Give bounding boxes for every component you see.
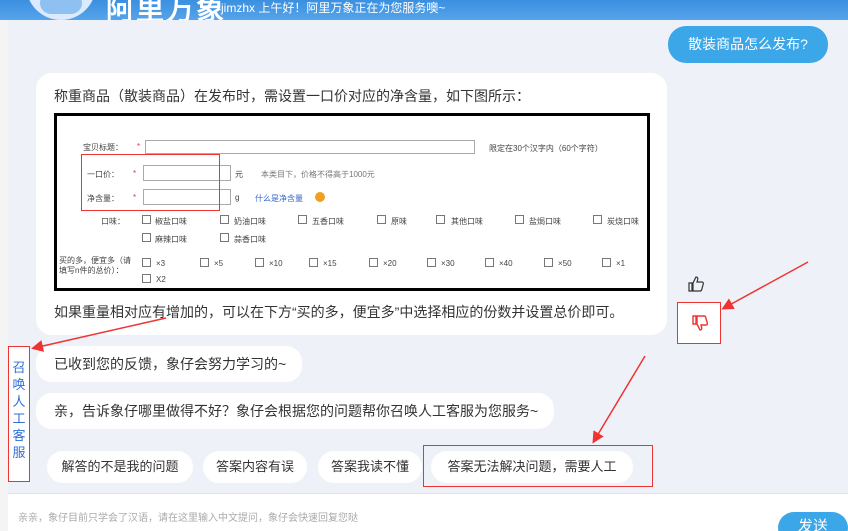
bot-answer-bubble: 称重商品（散装商品）在发布时，需设置一口价对应的净含量，如下图所示： 宝贝标题：… <box>36 73 667 335</box>
feedback-prompt-bubble: 亲，告诉象仔哪里做得不好？象仔会根据您的问题帮你召唤人工客服为您服务~ <box>36 393 554 429</box>
left-edge <box>0 20 8 531</box>
fig-flavor: 椒盐口味 <box>155 217 187 226</box>
send-button[interactable]: 发送 <box>778 512 848 531</box>
thumbs-up-icon[interactable] <box>687 275 705 293</box>
answer-outro: 如果重量相对应有增加的，可以在下方“买的多，便宜多”中选择相应的份数并设置总价即… <box>54 304 624 320</box>
app-header: 阿里万象 jimzhx 上午好！阿里万象正在为您服务噢~ <box>0 0 848 20</box>
option-cannot-understand[interactable]: 答案我读不懂 <box>318 451 422 483</box>
help-icon <box>315 192 325 202</box>
fig-net-unit: g <box>235 193 240 202</box>
message-input[interactable]: 亲亲，象仔目前只学会了汉语，请在这里输入中文提问，象仔会快速回复您哒 <box>8 493 848 531</box>
fig-flavor: 原味 <box>391 217 407 226</box>
option-not-my-question[interactable]: 解答的不是我的问题 <box>47 451 193 483</box>
fig-flavor: 盐焗口味 <box>529 217 561 226</box>
fig-flavor-label: 口味： <box>101 217 125 226</box>
fig-flavor: 炭烧口味 <box>607 217 639 226</box>
fig-title-input <box>145 140 475 154</box>
brand-title: 阿里万象 <box>106 0 227 20</box>
greeting-text: jimzhx 上午好！阿里万象正在为您服务噢~ <box>221 1 446 15</box>
fig-title-label: 宝贝标题： <box>83 143 123 152</box>
fig-flavor: 麻辣口味 <box>155 235 187 244</box>
fig-flavor: 其他口味 <box>451 217 483 226</box>
fig-bulk-label: 买的多，便宜多（请填写n件的总价）： <box>59 256 131 275</box>
fig-price-unit: 元 <box>235 170 243 179</box>
answer-intro: 称重商品（散装商品）在发布时，需设置一口价对应的净含量，如下图所示： <box>54 88 530 104</box>
summon-agent-button[interactable]: 召唤人工客服 <box>8 346 30 482</box>
input-placeholder: 亲亲，象仔目前只学会了汉语，请在这里输入中文提问，象仔会快速回复您哒 <box>18 513 358 524</box>
fig-net-link: 什么是净含量 <box>255 194 303 203</box>
elephant-logo <box>26 0 96 20</box>
fig-flavor: 五香口味 <box>312 217 344 226</box>
fig-highlight-box <box>81 154 220 211</box>
dislike-button[interactable] <box>677 302 721 344</box>
option-wrong-answer[interactable]: 答案内容有误 <box>203 451 307 483</box>
fig-price-hint: 本类目下，价格不得高于1000元 <box>261 170 375 179</box>
summon-agent-label: 召唤人工客服 <box>12 360 26 460</box>
thumbs-down-icon <box>692 315 709 331</box>
fig-flavor: 蒜香口味 <box>234 235 266 244</box>
fig-flavor: 奶油口味 <box>234 217 266 226</box>
need-human-highlight <box>423 445 653 487</box>
user-message-bubble: 散装商品怎么发布? <box>668 26 828 63</box>
fig-title-hint: 限定在30个汉字内（60个字符） <box>489 144 603 153</box>
answer-figure: 宝贝标题： * 限定在30个汉字内（60个字符） 一口价： * 元 本类目下，价… <box>54 113 650 291</box>
feedback-ack-bubble: 已收到您的反馈，象仔会努力学习的~ <box>36 346 302 382</box>
